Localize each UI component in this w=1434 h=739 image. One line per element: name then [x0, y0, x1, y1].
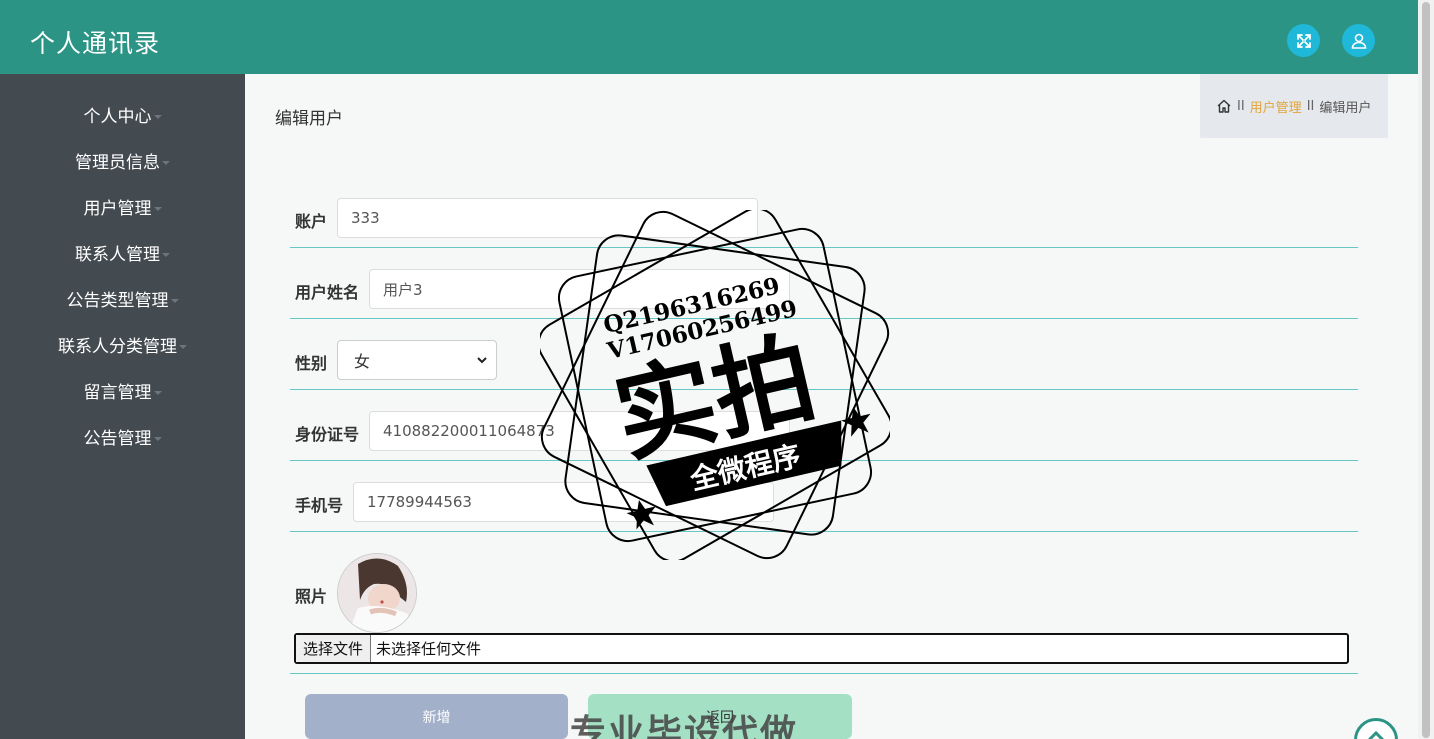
- fullscreen-button[interactable]: [1287, 24, 1320, 57]
- user-profile-button[interactable]: [1342, 24, 1375, 57]
- gender-label: 性别: [295, 354, 328, 373]
- caret-down-icon: [153, 115, 162, 119]
- id-card-field[interactable]: 410882200011064873: [369, 411, 790, 451]
- sidebar-item-personal-center[interactable]: 个人中心: [0, 102, 245, 132]
- caret-down-icon: [162, 253, 170, 257]
- file-status-text: 未选择任何文件: [376, 640, 482, 658]
- sidebar-item-label: 联系人分类管理: [58, 337, 177, 357]
- sidebar-item-message-management[interactable]: 留言管理: [0, 378, 245, 408]
- page-scrollbar[interactable]: [1418, 0, 1434, 739]
- account-field[interactable]: 333: [337, 198, 758, 238]
- avatar-photo: [337, 553, 417, 633]
- sidebar-item-label: 用户管理: [83, 199, 152, 219]
- sidebar-item-notice-type-management[interactable]: 公告类型管理: [0, 286, 245, 316]
- photo-file-input[interactable]: 选择文件 未选择任何文件: [294, 633, 1349, 664]
- expand-icon: [1296, 33, 1311, 48]
- sidebar-item-label: 联系人管理: [75, 245, 160, 265]
- sidebar-item-label: 公告管理: [83, 429, 152, 449]
- breadcrumb-current: 编辑用户: [1319, 100, 1372, 116]
- avatar-image: [338, 554, 416, 632]
- name-row: 用户姓名 用户3: [290, 248, 1358, 319]
- caret-down-icon: [170, 299, 179, 303]
- breadcrumb: II 用户管理 II 编辑用户: [1200, 74, 1388, 138]
- sidebar-item-contact-category-management[interactable]: 联系人分类管理: [0, 332, 245, 362]
- caret-down-icon: [162, 161, 170, 165]
- back-to-top-button[interactable]: [1354, 718, 1398, 739]
- sidebar-item-label: 公告类型管理: [66, 291, 169, 311]
- home-icon[interactable]: [1216, 98, 1232, 114]
- account-label: 账户: [295, 212, 328, 231]
- photo-label: 照片: [295, 587, 328, 606]
- gender-select-value: 女: [354, 352, 371, 371]
- app-title: 个人通讯录: [30, 29, 161, 58]
- name-label: 用户姓名: [295, 283, 360, 302]
- top-header: 个人通讯录: [0, 0, 1418, 74]
- watermark-bottom-text: 专业毕设代做: [570, 713, 799, 739]
- sidebar-item-label: 个人中心: [83, 107, 152, 127]
- scrollbar-thumb[interactable]: [1422, 2, 1430, 738]
- phone-field[interactable]: 17789944563: [353, 482, 774, 522]
- sidebar-item-admin-info[interactable]: 管理员信息: [0, 148, 245, 178]
- caret-down-icon: [153, 207, 162, 211]
- sidebar-item-label: 管理员信息: [75, 153, 160, 173]
- name-field[interactable]: 用户3: [369, 269, 790, 309]
- sidebar-item-user-management[interactable]: 用户管理: [0, 194, 245, 224]
- caret-down-icon: [179, 345, 187, 349]
- page-title: 编辑用户: [275, 109, 343, 129]
- gender-select[interactable]: 女: [337, 340, 497, 380]
- phone-label: 手机号: [295, 496, 344, 515]
- caret-down-icon: [153, 437, 162, 441]
- id-card-label: 身份证号: [295, 425, 360, 444]
- sidebar-item-contact-management[interactable]: 联系人管理: [0, 240, 245, 270]
- choose-file-button[interactable]: 选择文件: [296, 635, 372, 662]
- sidebar-item-notice-management[interactable]: 公告管理: [0, 424, 245, 454]
- caret-down-icon: [153, 391, 162, 395]
- add-button[interactable]: 新增: [305, 694, 568, 739]
- sidebar-item-label: 留言管理: [83, 383, 152, 403]
- phone-row: 手机号 17789944563: [290, 461, 1358, 532]
- breadcrumb-separator: II: [1237, 98, 1245, 114]
- breadcrumb-user-management[interactable]: 用户管理: [1250, 97, 1302, 116]
- breadcrumb-separator: II: [1306, 98, 1315, 114]
- sidebar-nav: 个人中心 管理员信息 用户管理 联系人管理 公告类型管理 联系人分类管理 留言管…: [0, 74, 245, 739]
- user-icon: [1351, 33, 1366, 49]
- gender-row: 性别 女: [290, 319, 1358, 390]
- chevron-down-icon: [477, 357, 487, 364]
- account-row: 账户 333: [290, 190, 1358, 248]
- id-card-row: 身份证号 410882200011064873: [290, 390, 1358, 461]
- chevron-up-icon: [1367, 730, 1385, 739]
